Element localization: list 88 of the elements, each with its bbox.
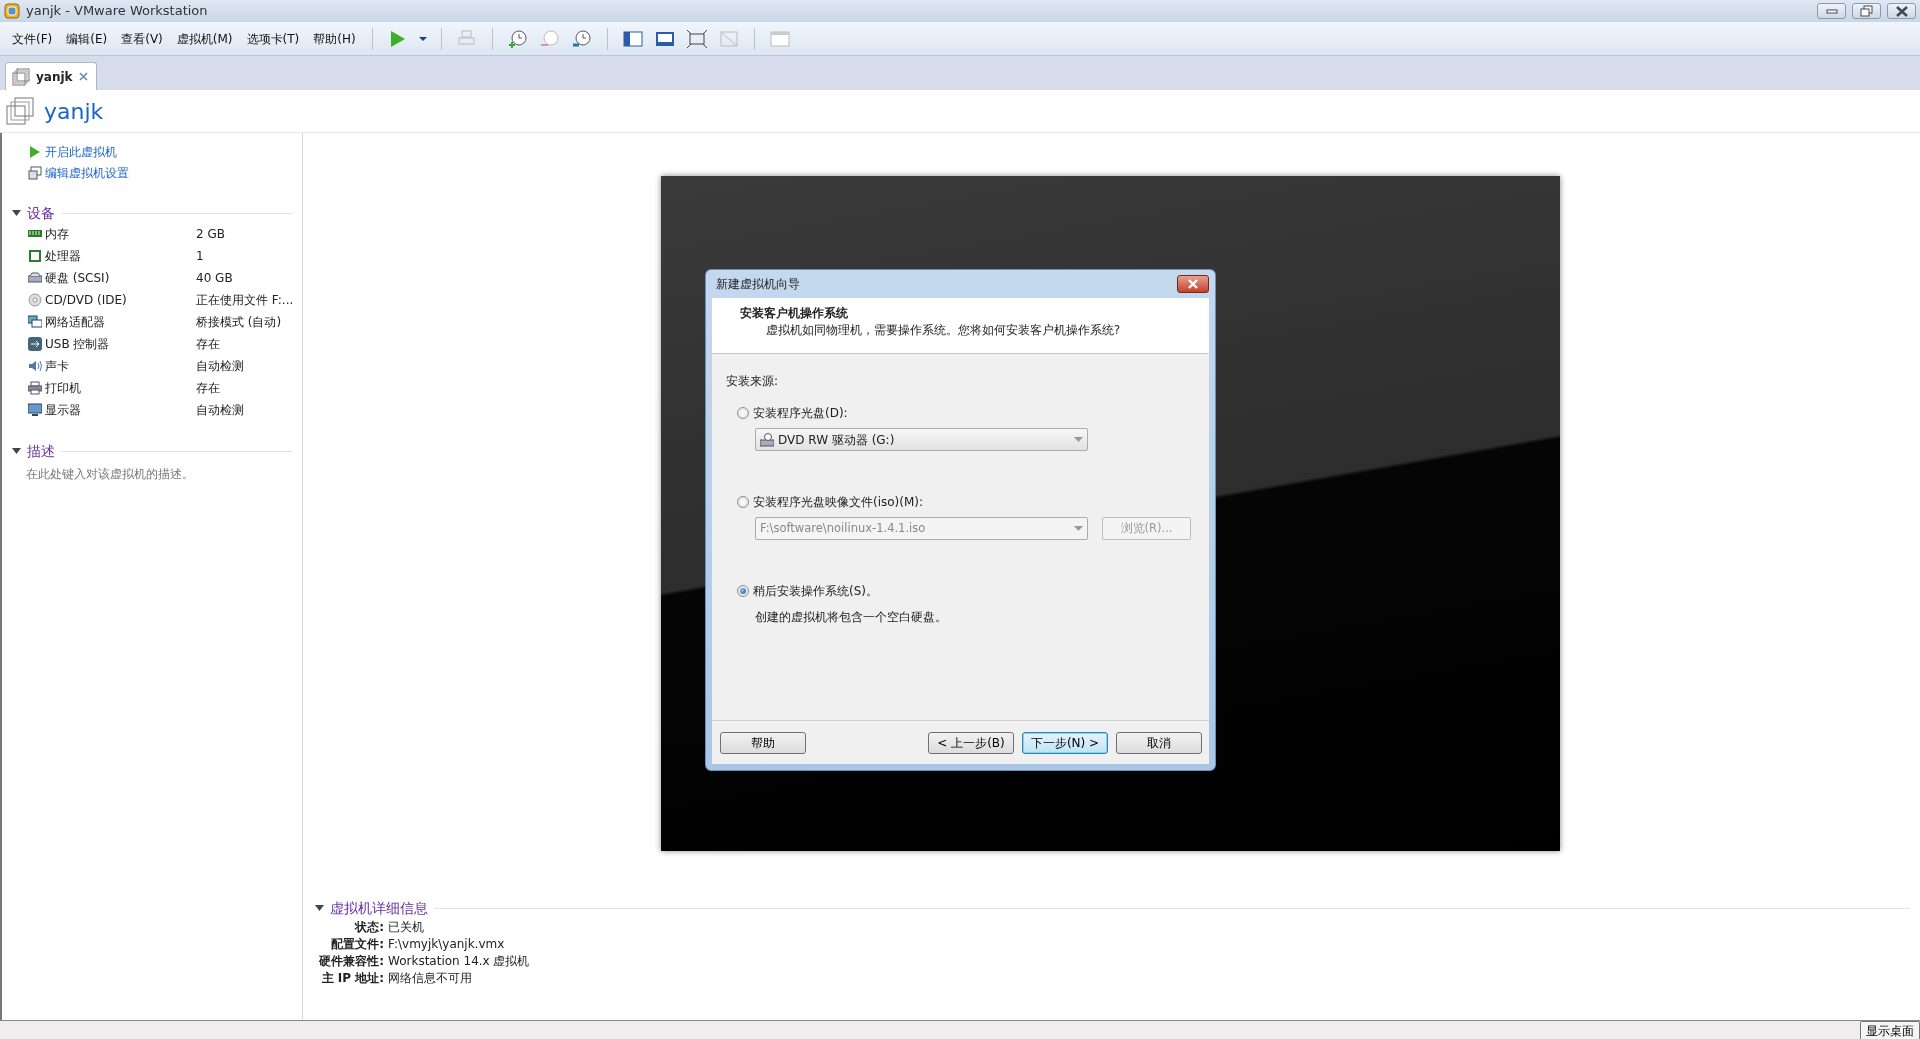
caret-icon bbox=[1074, 437, 1083, 442]
device-name: 内存 bbox=[45, 226, 69, 243]
vm-icon bbox=[6, 97, 34, 125]
menu-item[interactable]: 文件(F) bbox=[6, 27, 59, 50]
close-button[interactable] bbox=[1887, 3, 1916, 19]
snapshot-icon bbox=[506, 28, 529, 49]
edit-settings-link[interactable]: 编辑虚拟机设置 bbox=[12, 162, 135, 183]
dropdown-icon bbox=[418, 36, 427, 41]
wizard-button[interactable]: 下一步(N) > bbox=[1022, 731, 1108, 754]
device-name: 显示器 bbox=[45, 402, 81, 419]
sidebar-view-icon bbox=[621, 28, 644, 49]
device-name: 处理器 bbox=[45, 248, 81, 265]
section-title: 设备 bbox=[27, 203, 55, 223]
device-value: 自动检测 bbox=[196, 358, 244, 375]
vm-icon bbox=[12, 67, 30, 86]
radio-button[interactable] bbox=[737, 407, 749, 419]
device-value: 桥接模式 (自动) bbox=[196, 314, 282, 331]
device-name: 硬盘 (SCSI) bbox=[45, 270, 110, 287]
library-view-icon bbox=[768, 28, 791, 49]
option-note: 创建的虚拟机将包含一个空白硬盘。 bbox=[755, 609, 948, 626]
wizard-button[interactable]: < 上一步(B) bbox=[928, 731, 1014, 754]
speaker-icon bbox=[28, 359, 42, 373]
wizard-button[interactable]: 取消 bbox=[1116, 731, 1202, 754]
radio-button[interactable] bbox=[737, 585, 749, 597]
detail-label: 状态: bbox=[353, 919, 385, 935]
menu-item[interactable]: 查看(V) bbox=[115, 27, 169, 50]
section-title: 描述 bbox=[27, 441, 55, 461]
detail-value: Workstation 14.x 虚拟机 bbox=[388, 953, 530, 969]
radio-button[interactable] bbox=[737, 496, 749, 508]
vm-tab[interactable]: yanjk bbox=[5, 62, 97, 90]
settings-icon bbox=[28, 165, 42, 180]
wizard-button[interactable]: 帮助 bbox=[720, 731, 806, 754]
device-value: 正在使用文件 F:... bbox=[196, 292, 294, 309]
detail-value: 网络信息不可用 bbox=[388, 970, 472, 986]
device-value: 40 GB bbox=[196, 270, 233, 287]
device-value: 2 GB bbox=[196, 226, 225, 243]
device-name: 打印机 bbox=[45, 380, 81, 397]
device-name: 网络适配器 bbox=[45, 314, 105, 331]
menu-item[interactable]: 选项卡(T) bbox=[240, 27, 306, 50]
source-label: 安装来源: bbox=[726, 373, 780, 390]
monitor-icon bbox=[28, 403, 42, 417]
vm-title: yanjk bbox=[44, 97, 104, 126]
device-value: 存在 bbox=[196, 336, 220, 353]
minimize-button[interactable] bbox=[1817, 3, 1846, 19]
detail-label: 配置文件: bbox=[330, 936, 385, 952]
radio-label: 稍后安装操作系统(S)。 bbox=[753, 583, 878, 600]
close-icon bbox=[1186, 279, 1200, 289]
dialog-subheading: 虚拟机如同物理机，需要操作系统。您将如何安装客户机操作系统? bbox=[765, 322, 1122, 339]
detail-value: F:\vmyjk\yanjk.vmx bbox=[388, 936, 505, 952]
collapse-icon[interactable] bbox=[12, 209, 21, 217]
drive-dropdown[interactable]: DVD RW 驱动器 (G:) bbox=[755, 428, 1088, 451]
device-value: 自动检测 bbox=[196, 402, 244, 419]
menu-item[interactable]: 帮助(H) bbox=[307, 27, 362, 50]
description-field[interactable]: 在此处键入对该虚拟机的描述。 bbox=[12, 465, 302, 483]
detail-label: 硬件兼容性: bbox=[318, 953, 385, 969]
window-title: yanjk - VMware Workstation bbox=[26, 2, 209, 21]
device-value: 1 bbox=[196, 248, 204, 265]
hard-disk-icon bbox=[28, 271, 42, 285]
dialog-heading: 安装客户机操作系统 bbox=[740, 305, 849, 322]
radio-label: 安装程序光盘映像文件(iso)(M): bbox=[753, 494, 924, 511]
network-icon bbox=[28, 315, 42, 329]
device-value: 存在 bbox=[196, 380, 220, 397]
detail-value: 已关机 bbox=[388, 919, 424, 935]
full-screen-icon bbox=[685, 28, 708, 49]
collapse-icon[interactable] bbox=[315, 904, 324, 912]
chip-icon bbox=[28, 249, 42, 263]
caret-icon bbox=[1074, 526, 1083, 531]
power-on-link[interactable]: 开启此虚拟机 bbox=[12, 141, 123, 162]
detail-label: 主 IP 地址: bbox=[320, 970, 385, 986]
menu-item[interactable]: 虚拟机(M) bbox=[170, 27, 239, 50]
drive-icon bbox=[760, 432, 774, 447]
close-button[interactable] bbox=[1177, 275, 1209, 293]
section-title: 虚拟机详细信息 bbox=[330, 898, 428, 918]
device-name: 声卡 bbox=[45, 358, 69, 375]
play-icon bbox=[28, 144, 42, 159]
device-name: USB 控制器 bbox=[45, 336, 110, 353]
restore-icon bbox=[1857, 4, 1876, 18]
disc-icon bbox=[28, 293, 42, 307]
show-desktop-button[interactable]: 显示桌面 bbox=[1860, 1021, 1920, 1039]
menu-item[interactable]: 编辑(E) bbox=[60, 27, 114, 50]
printer-icon bbox=[28, 381, 42, 395]
collapse-icon[interactable] bbox=[12, 447, 21, 455]
close-icon[interactable] bbox=[78, 72, 88, 81]
app-logo-icon bbox=[4, 3, 20, 19]
dialog-title: 新建虚拟机向导 bbox=[716, 276, 800, 293]
radio-label: 安装程序光盘(D): bbox=[753, 405, 848, 422]
device-name: CD/DVD (IDE) bbox=[45, 292, 127, 309]
restore-button[interactable] bbox=[1852, 3, 1881, 19]
